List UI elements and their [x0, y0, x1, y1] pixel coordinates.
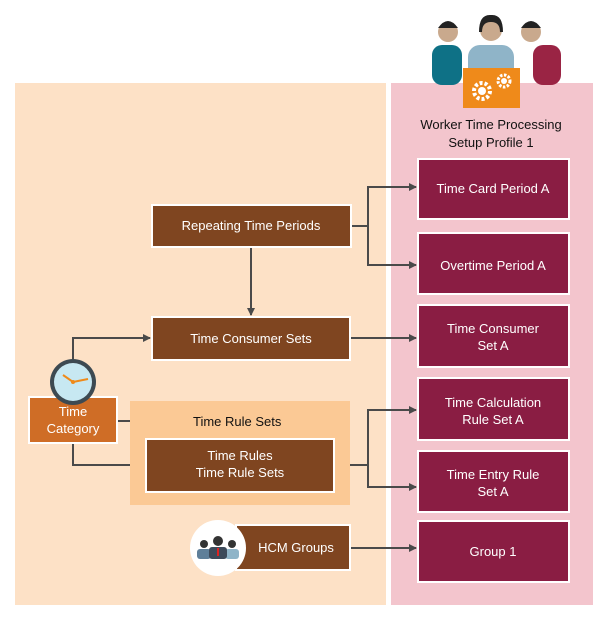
svg-text:Time: Time: [59, 404, 87, 419]
profile-subtitle: Setup Profile 1: [448, 135, 533, 150]
svg-text:Time Card Period A: Time Card Period A: [437, 181, 550, 196]
time-entry-rule-set-a-box: Time Entry Rule Set A: [417, 450, 570, 513]
time-consumer-sets-box: Time Consumer Sets: [151, 316, 351, 361]
time-card-period-a-box: Time Card Period A: [417, 158, 570, 220]
svg-text:Category: Category: [47, 421, 100, 436]
profile-title: Worker Time Processing: [420, 117, 561, 132]
hcm-groups-box: HCM Groups: [235, 524, 351, 571]
clock-icon: [50, 359, 96, 405]
repeating-time-periods-box: Repeating Time Periods: [151, 204, 352, 248]
svg-text:Set A: Set A: [477, 338, 508, 353]
time-rules-box: Time Rules Time Rule Sets: [145, 438, 335, 493]
people-group-icon: [190, 520, 246, 576]
diagram: Worker Time Processing Setup Profile 1 R…: [15, 14, 593, 605]
time-calculation-rule-set-a-box: Time Calculation Rule Set A: [417, 377, 570, 441]
overtime-period-a-box: Overtime Period A: [417, 232, 570, 295]
svg-text:Overtime Period A: Overtime Period A: [440, 258, 546, 273]
time-consumer-set-a-box: Time Consumer Set A: [417, 304, 570, 368]
group-1-box: Group 1: [417, 520, 570, 583]
svg-text:Set A: Set A: [477, 484, 508, 499]
svg-text:HCM Groups: HCM Groups: [258, 540, 334, 555]
svg-text:Time Rules: Time Rules: [207, 448, 273, 463]
svg-text:Time Consumer: Time Consumer: [447, 321, 540, 336]
svg-text:Time Calculation: Time Calculation: [445, 395, 541, 410]
time-rule-sets-label: Time Rule Sets: [193, 414, 282, 429]
svg-text:Repeating Time Periods: Repeating Time Periods: [182, 218, 321, 233]
svg-text:Rule Set A: Rule Set A: [462, 412, 524, 427]
svg-text:Time Entry Rule: Time Entry Rule: [447, 467, 540, 482]
svg-text:Group 1: Group 1: [470, 544, 517, 559]
svg-text:Time Rule Sets: Time Rule Sets: [196, 465, 285, 480]
svg-text:Time Consumer Sets: Time Consumer Sets: [190, 331, 312, 346]
